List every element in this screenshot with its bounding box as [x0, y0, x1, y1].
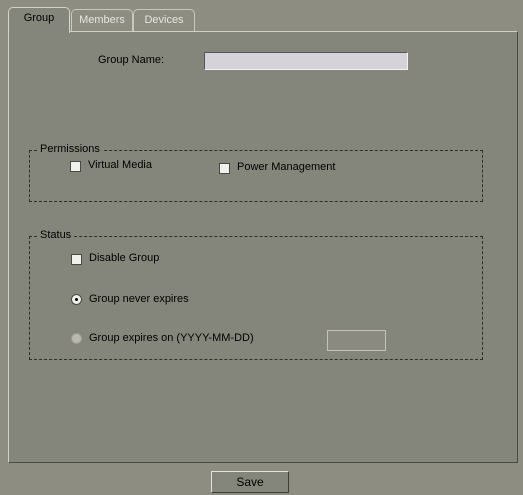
radio-selected-dot [75, 298, 78, 301]
permissions-groupbox: Permissions Virtual Media Power Manageme… [29, 143, 483, 202]
expires-on-label: Group expires on (YYYY-MM-DD) [89, 332, 254, 344]
expiry-date-input[interactable] [327, 330, 386, 351]
tab-group[interactable]: Group [8, 7, 70, 33]
never-expires-label: Group never expires [89, 293, 189, 305]
group-panel: Group Name: Permissions Virtual Media Po… [8, 31, 518, 463]
never-expires-radio[interactable] [71, 294, 82, 305]
group-name-label: Group Name: [98, 54, 165, 66]
tab-members[interactable]: Members [71, 9, 133, 31]
permissions-legend: Permissions [38, 143, 102, 155]
power-management-checkbox[interactable] [219, 163, 230, 174]
disable-group-checkbox[interactable] [71, 254, 82, 265]
power-management-label: Power Management [237, 161, 336, 173]
group-name-input[interactable] [204, 52, 408, 70]
tab-devices[interactable]: Devices [133, 9, 195, 31]
disable-group-label: Disable Group [89, 252, 160, 264]
virtual-media-label: Virtual Media [88, 159, 152, 171]
save-button[interactable]: Save [211, 471, 289, 493]
virtual-media-checkbox[interactable] [70, 161, 81, 172]
status-legend: Status [38, 229, 74, 241]
expires-on-radio[interactable] [71, 333, 82, 344]
status-groupbox: Status Disable Group Group never expires… [29, 229, 483, 360]
